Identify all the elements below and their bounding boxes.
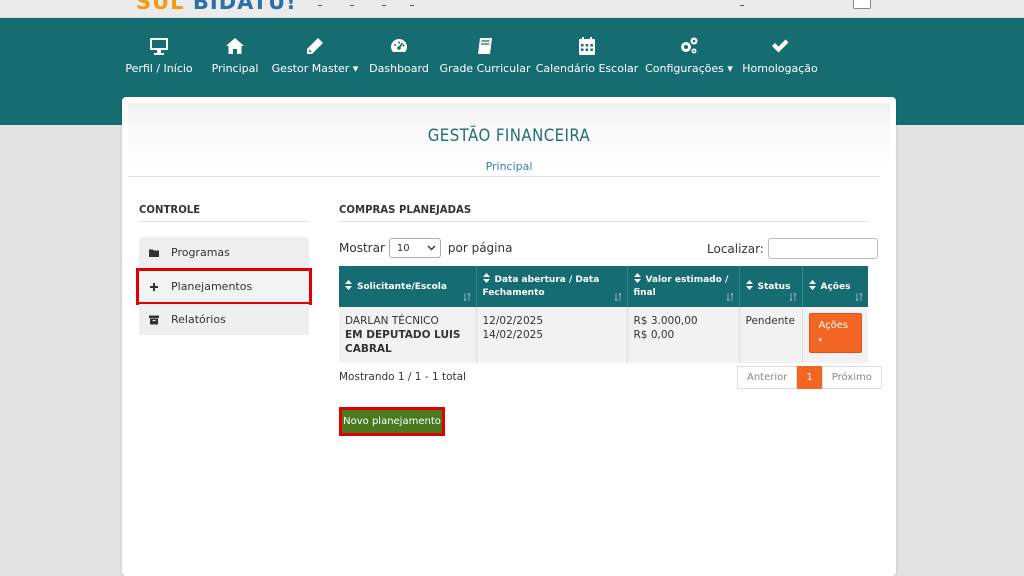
cell-status: Pendente	[739, 307, 803, 363]
calendar-icon	[579, 37, 595, 55]
sidebar-item-relatorios[interactable]: Relatórios	[139, 304, 309, 335]
pagination: Anterior 1 Próximo	[737, 366, 882, 389]
home-icon	[226, 38, 244, 54]
top-mini-icon	[318, 2, 322, 6]
sort-icon	[745, 279, 753, 290]
book-icon	[478, 38, 492, 54]
chevron-down-icon	[427, 245, 436, 251]
nav-item-gestor-master[interactable]: Gestor Master ▾	[272, 36, 358, 75]
sort-arrows-icon	[789, 293, 796, 301]
nav-item-configuracoes[interactable]: Configurações ▾	[645, 36, 733, 75]
top-window-button[interactable]	[853, 0, 871, 9]
column-header[interactable]: Valor estimado / final	[627, 266, 740, 307]
page-title: GESTÃO FINANCEIRA	[427, 126, 591, 146]
archive-icon	[149, 315, 159, 325]
pagination-current[interactable]: 1	[797, 366, 822, 389]
sort-icon	[633, 273, 641, 283]
pagination-next[interactable]: Próximo	[821, 366, 882, 389]
cell-datas: 12/02/2025 14/02/2025	[476, 307, 628, 363]
valor-final: R$ 0,00	[633, 329, 675, 341]
nav-label: Calendário Escolar	[535, 62, 639, 75]
new-planning-button[interactable]: Novo planejamento	[339, 407, 445, 436]
section-title-divider	[339, 221, 868, 222]
sidebar-title-divider	[139, 221, 309, 222]
cell-solicitante: DARLAN TÉCNICO EM DEPUTADO LUIS CABRAL	[339, 307, 477, 363]
top-mini-icon	[350, 2, 354, 6]
nav-item-principal[interactable]: Principal	[211, 36, 259, 75]
gauge-icon	[391, 39, 407, 52]
status-text: Pendente	[745, 315, 795, 327]
per-page-value: 10	[396, 242, 410, 254]
sidebar-item-label: Planejamentos	[171, 280, 253, 293]
nav-item-dashboard[interactable]: Dashboard	[369, 36, 429, 75]
sidebar-item-planejamentos[interactable]: Planejamentos	[136, 268, 312, 305]
sort-icon	[345, 279, 352, 290]
logo-text-a: SUL	[136, 0, 185, 14]
show-label: Mostrar	[339, 241, 385, 255]
data-abertura: 12/02/2025	[482, 315, 544, 327]
acoes-button[interactable]: Ações ▾	[808, 313, 862, 353]
nav-label: Homologação	[742, 62, 818, 75]
top-bar: SUL BIDATU!	[0, 0, 1024, 18]
top-mini-icon	[382, 2, 386, 6]
top-mini-icon	[740, 2, 744, 6]
monitor-icon	[150, 38, 168, 55]
sidebar-title: CONTROLE	[139, 203, 201, 216]
page-size-control: Mostrar 10 por página	[339, 238, 512, 258]
search-label: Localizar:	[707, 241, 764, 256]
nav-item-perfil[interactable]: Perfil / Início	[125, 36, 193, 75]
sort-arrows-icon	[856, 293, 863, 301]
search-input[interactable]	[767, 238, 878, 259]
sidebar-item-programas[interactable]: Programas	[139, 237, 309, 268]
nav-label: Dashboard	[369, 62, 429, 75]
header-divider	[128, 176, 880, 177]
sort-arrows-icon	[614, 293, 621, 301]
solicitante-name: DARLAN TÉCNICO	[345, 315, 439, 327]
cell-acoes: Ações ▾	[802, 307, 868, 363]
table-header-row: Solicitante/Escola Data abertura / Data …	[339, 266, 868, 307]
nav-item-homologacao[interactable]: Homologação	[742, 36, 818, 75]
pencil-icon	[307, 38, 323, 54]
logo-text-b: BIDATU!	[192, 0, 297, 14]
table-row: DARLAN TÉCNICO EM DEPUTADO LUIS CABRAL 1…	[339, 307, 868, 363]
nav-label: Perfil / Início	[125, 62, 193, 75]
sort-arrows-icon	[463, 293, 470, 301]
column-header[interactable]: Ações	[802, 266, 868, 307]
per-page-suffix: por página	[447, 241, 513, 255]
sort-icon	[482, 273, 490, 283]
top-mini-icon	[410, 2, 414, 6]
purchases-table: Solicitante/Escola Data abertura / Data …	[339, 266, 868, 363]
sidebar-item-label: Relatórios	[171, 313, 226, 326]
pagination-prev[interactable]: Anterior	[737, 366, 798, 389]
logo: SUL BIDATU!	[136, 0, 297, 14]
sidebar-item-label: Programas	[171, 246, 230, 259]
nav-item-calendario[interactable]: Calendário Escolar	[536, 36, 638, 75]
check-icon	[772, 39, 789, 53]
nav-label: Gestor Master ▾	[271, 62, 359, 75]
nav-item-grade-curricular[interactable]: Grade Curricular	[440, 36, 530, 75]
section-title: COMPRAS PLANEJADAS	[339, 203, 472, 216]
column-header[interactable]: Status	[739, 266, 803, 307]
gears-icon	[681, 37, 698, 54]
nav-label: Grade Curricular	[439, 62, 531, 75]
sort-arrows-icon	[726, 293, 733, 301]
table-info: Mostrando 1 / 1 - 1 total	[339, 371, 466, 383]
cell-valores: R$ 3.000,00 R$ 0,00	[627, 307, 740, 363]
search-control: Localizar:	[707, 238, 878, 259]
column-header[interactable]: Data abertura / Data Fechamento	[476, 266, 628, 307]
valor-estimado: R$ 3.000,00	[633, 315, 698, 327]
breadcrumb[interactable]: Principal	[128, 160, 890, 173]
data-fechamento: 14/02/2025	[482, 329, 544, 341]
nav-label: Configurações ▾	[645, 62, 733, 75]
column-header[interactable]: Solicitante/Escola	[339, 266, 477, 307]
escola-name: EM DEPUTADO LUIS CABRAL	[345, 329, 461, 355]
per-page-select[interactable]: 10	[388, 238, 441, 258]
folder-icon	[149, 248, 159, 258]
main-nav: Perfil / Início Principal Gestor Master …	[0, 18, 1024, 88]
nav-label: Principal	[211, 62, 259, 75]
page-header: GESTÃO FINANCEIRA Principal	[128, 103, 890, 177]
plus-icon	[149, 282, 159, 292]
sort-icon	[808, 279, 816, 290]
